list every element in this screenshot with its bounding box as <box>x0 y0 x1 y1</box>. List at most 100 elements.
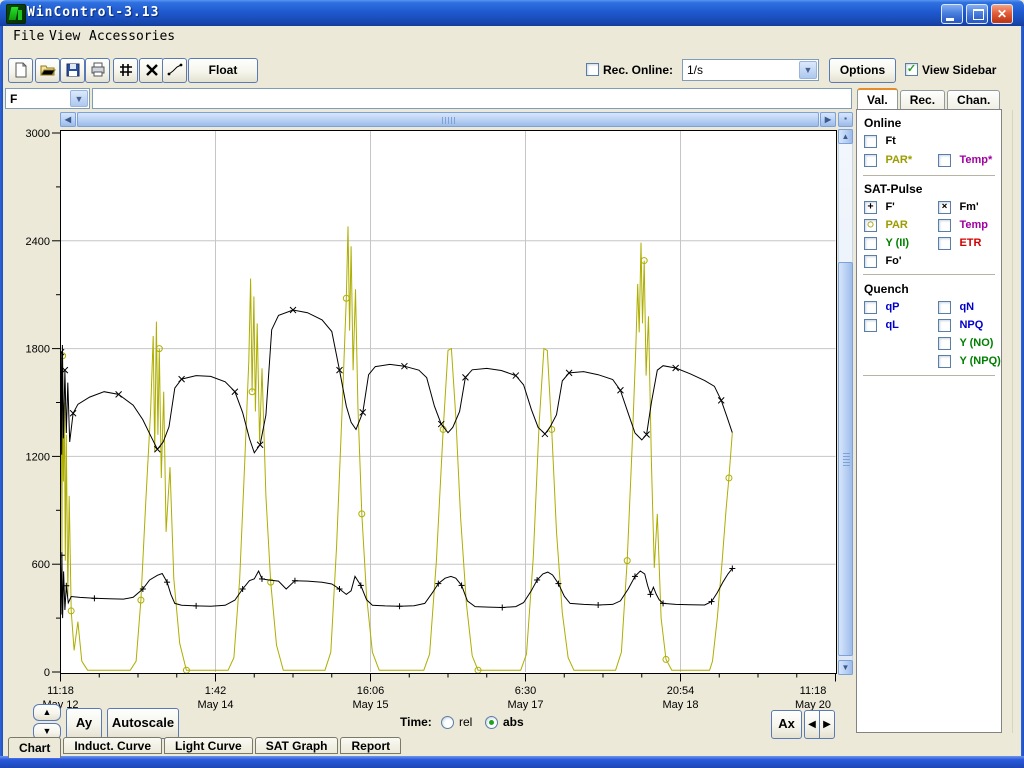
scroll-up-arrow[interactable]: ▲ <box>838 129 853 144</box>
time-mode-label: Time: <box>400 715 432 729</box>
curve-tool-button[interactable] <box>162 58 187 83</box>
channel-par-star[interactable]: PAR* <box>864 154 912 168</box>
checkbox: + <box>864 201 877 214</box>
app-icon <box>6 4 26 24</box>
delete-curve-button[interactable] <box>139 58 164 83</box>
channel-fm-prime[interactable]: × Fm' <box>938 201 979 215</box>
tab-light-curve[interactable]: Light Curve <box>164 737 253 754</box>
channel-temp[interactable]: Temp <box>938 219 988 233</box>
checkbox <box>938 237 951 250</box>
channel-npq[interactable]: NPQ <box>938 319 983 333</box>
tab-rec[interactable]: Rec. <box>900 90 945 110</box>
curve-icon <box>167 62 183 78</box>
menu-accessories[interactable]: Accessories <box>87 29 177 44</box>
rec-online-checkbox[interactable] <box>586 63 599 76</box>
channel-qp[interactable]: qP <box>864 301 900 315</box>
time-abs-label: abs <box>503 715 524 729</box>
menu-view[interactable]: View <box>47 29 82 44</box>
options-button[interactable]: Options <box>829 58 896 83</box>
tab-chart[interactable]: Chart <box>8 737 61 758</box>
x-scroll-right-button[interactable]: ▶ <box>819 710 835 739</box>
radio-dot-icon <box>489 720 494 725</box>
tab-report[interactable]: Report <box>340 737 401 754</box>
interval-value: 1/s <box>687 63 703 77</box>
new-file-button[interactable] <box>8 58 33 83</box>
channel-ft[interactable]: Ft <box>864 135 896 149</box>
minimize-button[interactable] <box>941 4 963 24</box>
svg-text:1200: 1200 <box>26 451 50 463</box>
channel-temp-star[interactable]: Temp* <box>938 154 992 168</box>
save-button[interactable] <box>60 58 85 83</box>
svg-text:11:18: 11:18 <box>800 685 827 697</box>
channel-y-npq[interactable]: Y (NPQ) <box>938 355 1001 369</box>
svg-text:May 17: May 17 <box>507 699 543 711</box>
delete-x-icon <box>144 62 160 78</box>
channel-y-no[interactable]: Y (NO) <box>938 337 993 351</box>
channel-f-prime[interactable]: + F' <box>864 201 895 215</box>
checkbox <box>938 219 951 232</box>
channel-par[interactable]: ○ PAR <box>864 219 908 233</box>
channel-select[interactable]: F ▼ <box>5 88 90 109</box>
open-folder-icon <box>40 62 56 78</box>
x-scroll-left-button[interactable]: ◀ <box>804 710 820 739</box>
time-abs-radio[interactable] <box>485 716 498 729</box>
chevron-down-icon[interactable]: ▼ <box>70 90 88 107</box>
checkbox <box>864 237 877 250</box>
scroll-left-arrow[interactable]: ◀ <box>60 112 76 127</box>
checkbox <box>938 301 951 314</box>
checkbox <box>864 255 877 268</box>
value-readout-field[interactable] <box>92 88 852 109</box>
checkbox <box>864 154 877 167</box>
save-floppy-icon <box>65 62 81 78</box>
channel-etr[interactable]: ETR <box>938 237 981 251</box>
time-rel-radio[interactable] <box>441 716 454 729</box>
grid-toggle-button[interactable] <box>113 58 138 83</box>
interval-select[interactable]: 1/s ▼ <box>682 59 819 81</box>
print-button[interactable] <box>85 58 110 83</box>
window-title: WinControl-3.13 <box>27 5 159 20</box>
scrollbar-corner-button[interactable]: ▪ <box>838 112 853 127</box>
chart-plot-area[interactable] <box>60 130 837 674</box>
check-icon: ✓ <box>906 64 917 75</box>
float-button[interactable]: Float <box>188 58 258 83</box>
menu-file[interactable]: File <box>11 29 46 44</box>
sidebar-tab-bar: Val. Rec. Chan. <box>857 88 1002 110</box>
sidebar-panel: Online Ft PAR* Temp* SAT-Pulse + F' × Fm… <box>856 109 1002 733</box>
channel-y2[interactable]: Y (II) <box>864 237 909 251</box>
section-sat-pulse: SAT-Pulse <box>864 182 922 196</box>
scroll-down-arrow[interactable]: ▼ <box>838 660 853 675</box>
svg-text:May 18: May 18 <box>662 699 698 711</box>
channel-qn[interactable]: qN <box>938 301 974 315</box>
tab-chan[interactable]: Chan. <box>947 90 1000 110</box>
restore-button[interactable] <box>966 4 988 24</box>
v-scroll-thumb[interactable] <box>838 262 853 656</box>
ax-axis-button[interactable]: Ax <box>771 710 802 739</box>
h-scroll-thumb[interactable] <box>77 112 819 127</box>
svg-text:6:30: 6:30 <box>515 685 536 697</box>
ay-axis-button[interactable]: Ay <box>66 708 102 739</box>
checkbox <box>938 319 951 332</box>
svg-text:1800: 1800 <box>26 344 50 356</box>
menu-bar: File View Accessories <box>3 26 1021 46</box>
channel-ql[interactable]: qL <box>864 319 899 333</box>
chevron-down-icon[interactable]: ▼ <box>799 61 817 79</box>
channel-fo-prime[interactable]: Fo' <box>864 255 902 269</box>
close-button[interactable]: ✕ <box>991 4 1013 24</box>
y-scroll-up-button[interactable]: ▲ <box>33 704 61 721</box>
autoscale-button[interactable]: Autoscale <box>107 708 179 739</box>
time-rel-label: rel <box>459 715 472 729</box>
printer-icon <box>90 62 106 78</box>
view-sidebar-checkbox[interactable]: ✓ <box>905 63 918 76</box>
tab-induct-curve[interactable]: Induct. Curve <box>63 737 162 754</box>
section-online: Online <box>864 116 901 130</box>
view-sidebar-label: View Sidebar <box>922 63 996 77</box>
open-file-button[interactable] <box>35 58 60 83</box>
grid-icon <box>118 62 134 78</box>
tab-val[interactable]: Val. <box>857 88 898 110</box>
checkbox <box>864 135 877 148</box>
svg-text:May 15: May 15 <box>352 699 388 711</box>
tab-sat-graph[interactable]: SAT Graph <box>255 737 339 754</box>
section-quench: Quench <box>864 282 909 296</box>
scroll-right-arrow[interactable]: ▶ <box>820 112 836 127</box>
title-bar: WinControl-3.13 ✕ <box>0 0 1024 26</box>
